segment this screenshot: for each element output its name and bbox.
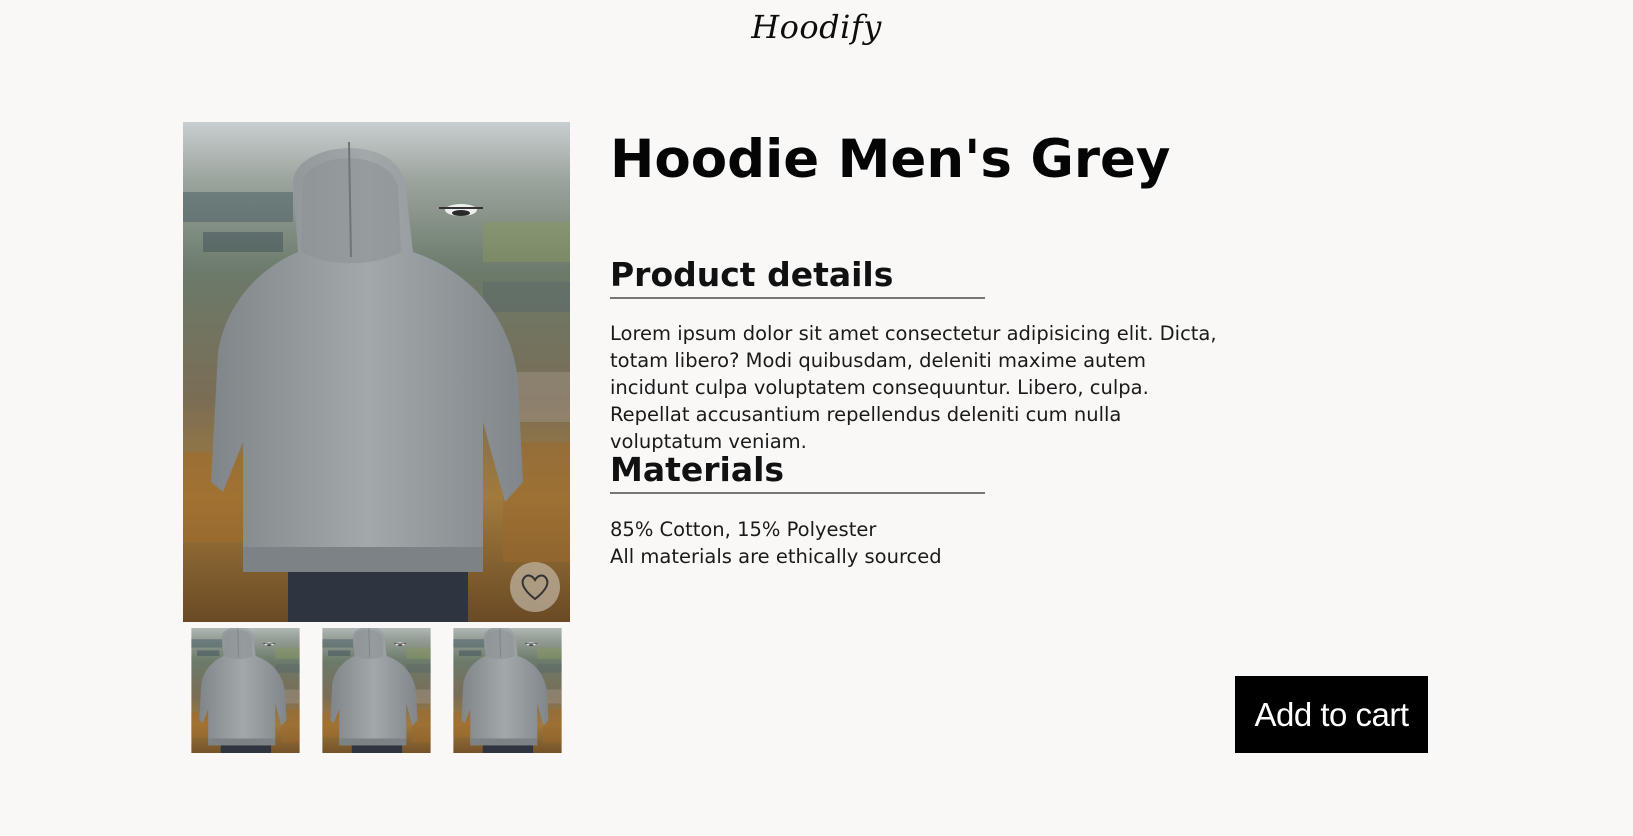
logo[interactable]: Hoodify — [0, 8, 1633, 46]
product-title: Hoodie Men's Grey — [610, 129, 1171, 190]
heart-icon — [521, 574, 549, 601]
materials-heading: Materials — [610, 448, 985, 494]
product-details-text: Lorem ipsum dolor sit amet consectetur a… — [610, 322, 1217, 453]
materials-text: 85% Cotton, 15% Polyester All materials … — [610, 516, 1230, 570]
favorite-button[interactable] — [510, 562, 560, 612]
product-main-image — [183, 122, 570, 622]
materials-sourcing: All materials are ethically sourced — [610, 545, 942, 568]
thumbnail-2[interactable] — [314, 628, 439, 753]
add-to-cart-button[interactable]: Add to cart — [1235, 676, 1428, 753]
product-details-heading: Product details — [610, 253, 985, 299]
thumbnail-1[interactable] — [183, 628, 308, 753]
thumbnail-3[interactable] — [445, 628, 570, 753]
materials-composition: 85% Cotton, 15% Polyester — [610, 518, 877, 541]
thumbnail-strip — [183, 628, 570, 753]
